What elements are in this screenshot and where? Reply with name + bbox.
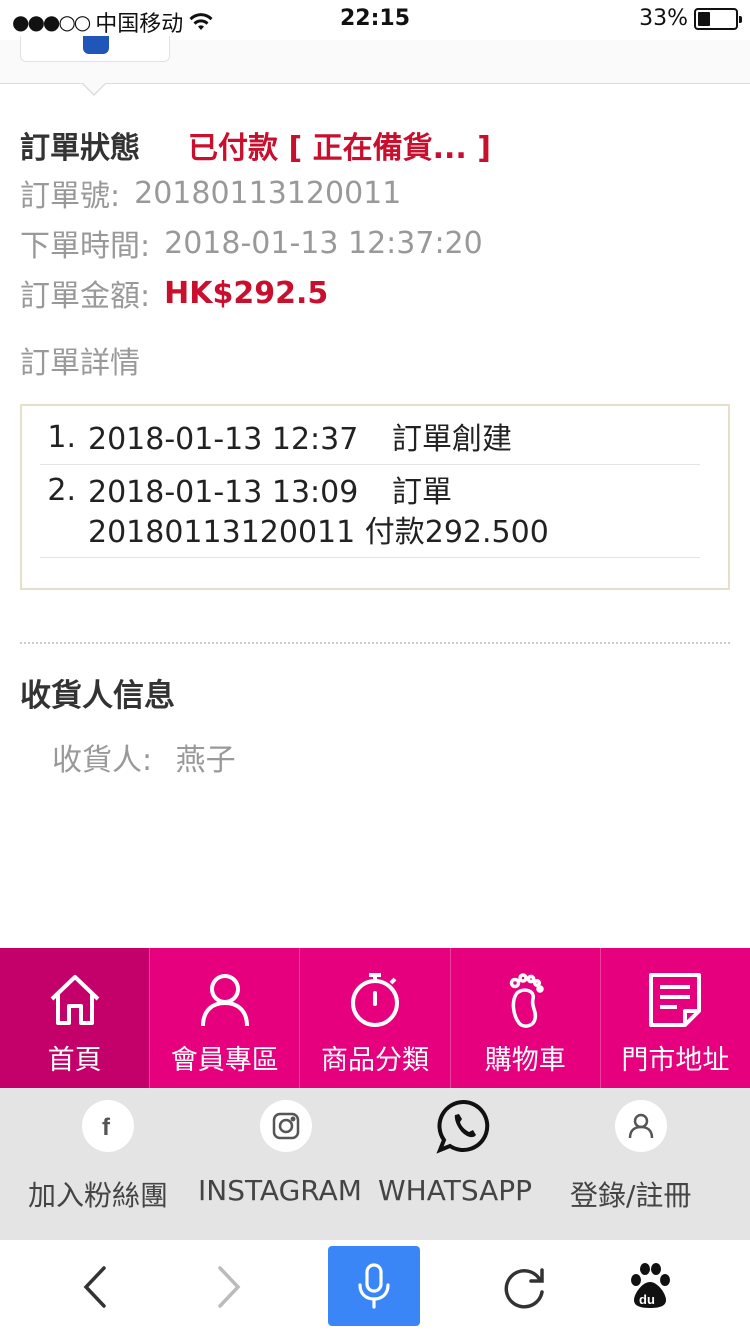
- order-section: 訂單狀態 已付款 [ 正在備貨... ] 訂單號: 20180113120011…: [20, 122, 730, 779]
- whatsapp-label[interactable]: WHATSAPP: [378, 1174, 532, 1207]
- log-text: 訂單創建: [392, 422, 512, 457]
- svg-text:du: du: [639, 1292, 655, 1307]
- log-time: 2018-01-13 12:37: [88, 422, 359, 457]
- order-number-row: 訂單號: 20180113120011: [20, 168, 730, 218]
- nav-label-member: 會員專區: [170, 1045, 279, 1076]
- nav-item-member[interactable]: 會員專區: [150, 948, 301, 1088]
- order-time-label: 下單時間:: [20, 229, 151, 264]
- bottom-nav: 首頁 會員專區 商品分類 購物車 門市地址: [0, 948, 750, 1088]
- stopwatch-icon: [351, 973, 399, 1027]
- nav-label-cart: 購物車: [484, 1045, 566, 1076]
- status-bar: ●●●○○ 中国移动 22:15 33%: [0, 0, 750, 40]
- user-icon: [628, 1113, 654, 1139]
- footprint-icon: [509, 973, 544, 1028]
- order-number-label: 訂單號:: [20, 179, 121, 214]
- product-image: [83, 36, 109, 54]
- log-number: 1.: [47, 420, 76, 455]
- refresh-icon: [504, 1268, 544, 1309]
- caret-pointer-icon: [82, 83, 106, 96]
- list-item: 2. 2018-01-13 13:09 訂單20180113120011 付款29…: [40, 473, 700, 558]
- refresh-button[interactable]: [502, 1262, 548, 1312]
- voice-search-button[interactable]: [328, 1246, 420, 1326]
- facebook-link[interactable]: f: [82, 1088, 134, 1152]
- receiver-title: 收貨人信息: [20, 678, 175, 714]
- home-icon: [50, 975, 99, 1025]
- forward-button[interactable]: [208, 1262, 248, 1312]
- back-icon: [83, 1266, 106, 1308]
- user-link[interactable]: [615, 1088, 667, 1152]
- mic-icon: [358, 1263, 390, 1309]
- order-status-value: 已付款 [ 正在備貨... ]: [188, 131, 491, 166]
- facebook-label[interactable]: 加入粉絲團: [28, 1174, 168, 1214]
- section-divider: [20, 642, 730, 644]
- nav-label-home: 首頁: [47, 1045, 102, 1076]
- back-button[interactable]: [76, 1262, 116, 1312]
- log-number: 2.: [47, 473, 76, 508]
- order-amount-label: 訂單金額:: [20, 279, 151, 314]
- note-icon: [649, 973, 702, 1027]
- browser-toolbar: du: [0, 1240, 750, 1334]
- baidu-icon: du: [631, 1263, 670, 1308]
- log-time: 2018-01-13 13:09: [88, 475, 359, 510]
- instagram-icon: [272, 1112, 300, 1140]
- social-bar: f 加入粉絲團 INSTAGRAM WHATSAPP 登錄/註冊: [0, 1088, 750, 1240]
- battery-percent: 33%: [639, 6, 688, 31]
- nav-item-home[interactable]: 首頁: [0, 948, 151, 1088]
- receiver-name: 燕子: [175, 743, 236, 778]
- order-status-row: 訂單狀態 已付款 [ 正在備貨... ]: [20, 122, 730, 168]
- receiver-label: 收貨人:: [52, 743, 153, 778]
- order-status-label: 訂單狀態: [20, 131, 140, 166]
- forward-icon: [218, 1266, 241, 1308]
- whatsapp-link[interactable]: [436, 1088, 492, 1154]
- nav-label-categories: 商品分類: [321, 1045, 429, 1076]
- nav-label-stores: 門市地址: [621, 1045, 730, 1076]
- product-strip: [0, 36, 750, 84]
- whatsapp-icon: [436, 1099, 490, 1154]
- baidu-button[interactable]: du: [628, 1262, 672, 1310]
- order-number-value: 20180113120011: [134, 175, 402, 211]
- facebook-icon: f: [102, 1114, 111, 1139]
- nav-item-stores[interactable]: 門市地址: [601, 948, 750, 1088]
- login-register-label[interactable]: 登錄/註冊: [570, 1174, 691, 1214]
- svg-text:f: f: [102, 1114, 111, 1139]
- nav-item-categories[interactable]: 商品分類: [300, 948, 451, 1088]
- order-log: 1. 2018-01-13 12:37 訂單創建 2. 2018-01-13 13…: [20, 404, 730, 590]
- instagram-link[interactable]: [260, 1088, 312, 1152]
- clock: 22:15: [339, 6, 411, 31]
- person-icon: [200, 974, 249, 1027]
- order-time-row: 下單時間: 2018-01-13 12:37:20: [20, 218, 730, 268]
- battery-icon: [694, 7, 742, 30]
- instagram-label[interactable]: INSTAGRAM: [198, 1174, 362, 1207]
- receiver-row: 收貨人: 燕子: [52, 735, 730, 779]
- list-item: 1. 2018-01-13 12:37 訂單創建: [40, 420, 700, 465]
- order-amount-value: HK$292.5: [164, 275, 329, 311]
- order-amount-row: 訂單金額: HK$292.5: [20, 268, 730, 318]
- nav-item-cart[interactable]: 購物車: [451, 948, 601, 1088]
- product-thumbnail[interactable]: [20, 36, 170, 62]
- order-time-value: 2018-01-13 12:37:20: [164, 225, 483, 261]
- order-detail-title: 訂單詳情: [20, 346, 140, 381]
